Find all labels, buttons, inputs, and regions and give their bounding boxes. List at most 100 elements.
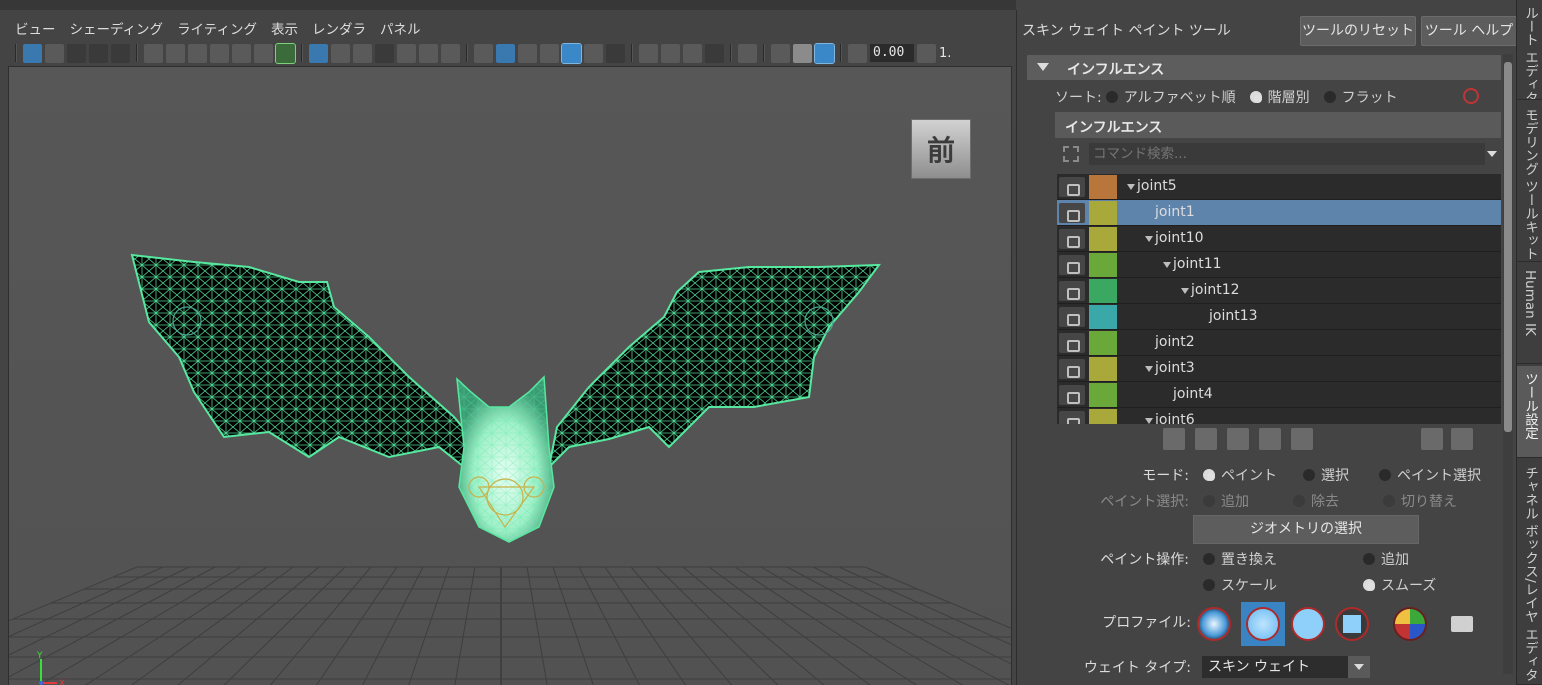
copy-weights-icon[interactable] (1163, 428, 1185, 450)
bookmark-icon[interactable] (210, 43, 229, 63)
xray-joints-icon[interactable] (771, 43, 790, 63)
safe-title-icon[interactable] (441, 43, 460, 63)
xray-active-icon[interactable] (793, 43, 812, 63)
joint-color-swatch[interactable] (1089, 279, 1117, 303)
mode-paint[interactable]: ペイント (1199, 465, 1277, 485)
expand-list-icon[interactable] (1451, 428, 1473, 450)
joint-row[interactable]: joint6 (1057, 408, 1501, 424)
wireframe-on-shaded-icon[interactable] (540, 43, 559, 63)
smooth-shade-icon[interactable] (496, 43, 515, 63)
radio-selected-icon[interactable] (1363, 579, 1375, 591)
joint-color-swatch[interactable] (1089, 253, 1117, 277)
xray-icon[interactable] (561, 42, 582, 64)
tab-human-ik[interactable]: Human IK (1517, 264, 1542, 364)
influence-frame-header[interactable]: インフルエンス (1027, 55, 1501, 80)
view-cube[interactable]: 前 (911, 119, 971, 179)
custom-brush-icon[interactable] (1393, 607, 1427, 641)
tab-tool-settings[interactable]: ツール設定 (1517, 366, 1542, 458)
joint-row[interactable]: joint5 (1057, 174, 1501, 200)
field-chart-icon[interactable] (397, 43, 416, 63)
backface-culling-icon[interactable] (814, 42, 835, 64)
joint-color-swatch[interactable] (1089, 305, 1117, 329)
square-brush-icon[interactable] (1335, 607, 1369, 641)
lock-icon[interactable] (1059, 281, 1085, 301)
bookmarks-icon[interactable] (67, 43, 86, 63)
filter-icon[interactable] (1063, 146, 1079, 162)
menu-panels[interactable]: パネル (373, 20, 428, 40)
sort-flat[interactable]: フラット (1320, 87, 1398, 107)
soft-brush-icon[interactable] (1246, 607, 1280, 641)
lock-icon[interactable] (1059, 177, 1085, 197)
safe-action-icon[interactable] (419, 43, 438, 63)
joint-color-swatch[interactable] (1089, 201, 1117, 225)
ambient-occlusion-icon[interactable] (639, 43, 658, 63)
grid-icon[interactable] (309, 43, 328, 63)
joint-color-swatch[interactable] (1089, 409, 1117, 424)
dropdown-arrow-icon[interactable] (1487, 151, 1497, 157)
menu-shading[interactable]: シェーディング (63, 20, 171, 40)
joint-row[interactable]: joint2 (1057, 330, 1501, 356)
joint-row[interactable]: joint13 (1057, 304, 1501, 330)
lock-icon[interactable] (1059, 333, 1085, 353)
joint-color-swatch[interactable] (1089, 383, 1117, 407)
lock-icon[interactable] (1059, 255, 1085, 275)
radio-icon[interactable] (1203, 495, 1215, 507)
shadows-icon[interactable] (606, 43, 625, 63)
weight-type-select[interactable]: スキン ウェイト (1202, 656, 1370, 678)
paint-select-toggle[interactable]: 切り替え (1379, 491, 1457, 511)
search-input[interactable] (1089, 143, 1485, 165)
gaussian-brush-icon[interactable] (1197, 607, 1231, 641)
expand-arrow-icon[interactable] (1163, 262, 1171, 268)
isolate-select-icon[interactable] (738, 43, 757, 63)
anti-aliasing-icon[interactable] (683, 43, 702, 63)
camera-aim-icon[interactable] (166, 43, 185, 63)
mode-paint-select[interactable]: ペイント選択 (1375, 465, 1481, 485)
joint-row[interactable]: joint11 (1057, 252, 1501, 278)
reset-tool-button[interactable]: ツールのリセット (1300, 16, 1416, 46)
tool-help-button[interactable]: ツール ヘルプ (1421, 16, 1517, 46)
default-material-icon[interactable] (518, 43, 537, 63)
resolution-gate-icon[interactable] (353, 43, 372, 63)
paint-op-add[interactable]: 追加 (1359, 549, 1409, 569)
lock-icon[interactable] (1059, 385, 1085, 405)
dropdown-arrow-icon[interactable] (1348, 656, 1370, 678)
menu-view[interactable]: ビュー (8, 20, 63, 40)
paste-weights-icon[interactable] (1195, 428, 1217, 450)
influence-joint-list[interactable]: joint5 joint1 joint10 joint11 joint12 joint13… (1057, 174, 1501, 424)
camera-aim-up-icon[interactable] (188, 43, 207, 63)
radio-icon[interactable] (1363, 553, 1375, 565)
expand-arrow-icon[interactable] (1127, 184, 1135, 190)
2d-pan-zoom-icon[interactable] (111, 43, 130, 63)
paint-op-replace[interactable]: 置き換え (1199, 549, 1359, 569)
collapse-arrow-icon[interactable] (1037, 63, 1049, 71)
mode-select[interactable]: 選択 (1299, 465, 1349, 485)
joint-color-swatch[interactable] (1089, 175, 1117, 199)
select-camera-icon[interactable] (23, 43, 42, 63)
lock-icon[interactable] (1059, 229, 1085, 249)
exposure-field[interactable]: 0.00 (870, 44, 914, 62)
radio-icon[interactable] (1323, 91, 1336, 103)
soft-brush-selected[interactable] (1241, 602, 1285, 646)
joint-color-swatch[interactable] (1089, 227, 1117, 251)
sort-hierarchy[interactable]: 階層別 (1246, 87, 1310, 107)
solid-brush-icon[interactable] (1291, 607, 1325, 641)
gamma-icon[interactable] (917, 43, 936, 63)
tab-route-editor[interactable]: ルート エディタ (1517, 0, 1542, 100)
lock-icon[interactable] (1059, 359, 1085, 379)
radio-icon[interactable] (1383, 495, 1395, 507)
weight-hammer-icon[interactable] (1227, 428, 1249, 450)
paint-op-scale[interactable]: スケール (1199, 575, 1359, 595)
scrollbar-thumb[interactable] (1504, 62, 1512, 432)
camera-attributes-icon[interactable] (45, 43, 64, 63)
3d-viewport[interactable]: 前 Y X (8, 66, 1012, 685)
paint-select-add[interactable]: 追加 (1199, 491, 1249, 511)
tab-channel-box[interactable]: チャネル ボックス/レイヤ エディタ (1517, 460, 1542, 685)
radio-selected-icon[interactable] (1203, 469, 1215, 481)
image-plane-icon[interactable] (89, 43, 108, 63)
select-geometry-button[interactable]: ジオメトリの選択 (1193, 515, 1419, 544)
radio-icon[interactable] (1303, 469, 1315, 481)
wireframe-icon[interactable] (474, 43, 493, 63)
folder-icon[interactable] (1451, 616, 1473, 632)
expand-arrow-icon[interactable] (1145, 366, 1153, 372)
sort-alphabetical[interactable]: アルファベット順 (1102, 87, 1236, 107)
